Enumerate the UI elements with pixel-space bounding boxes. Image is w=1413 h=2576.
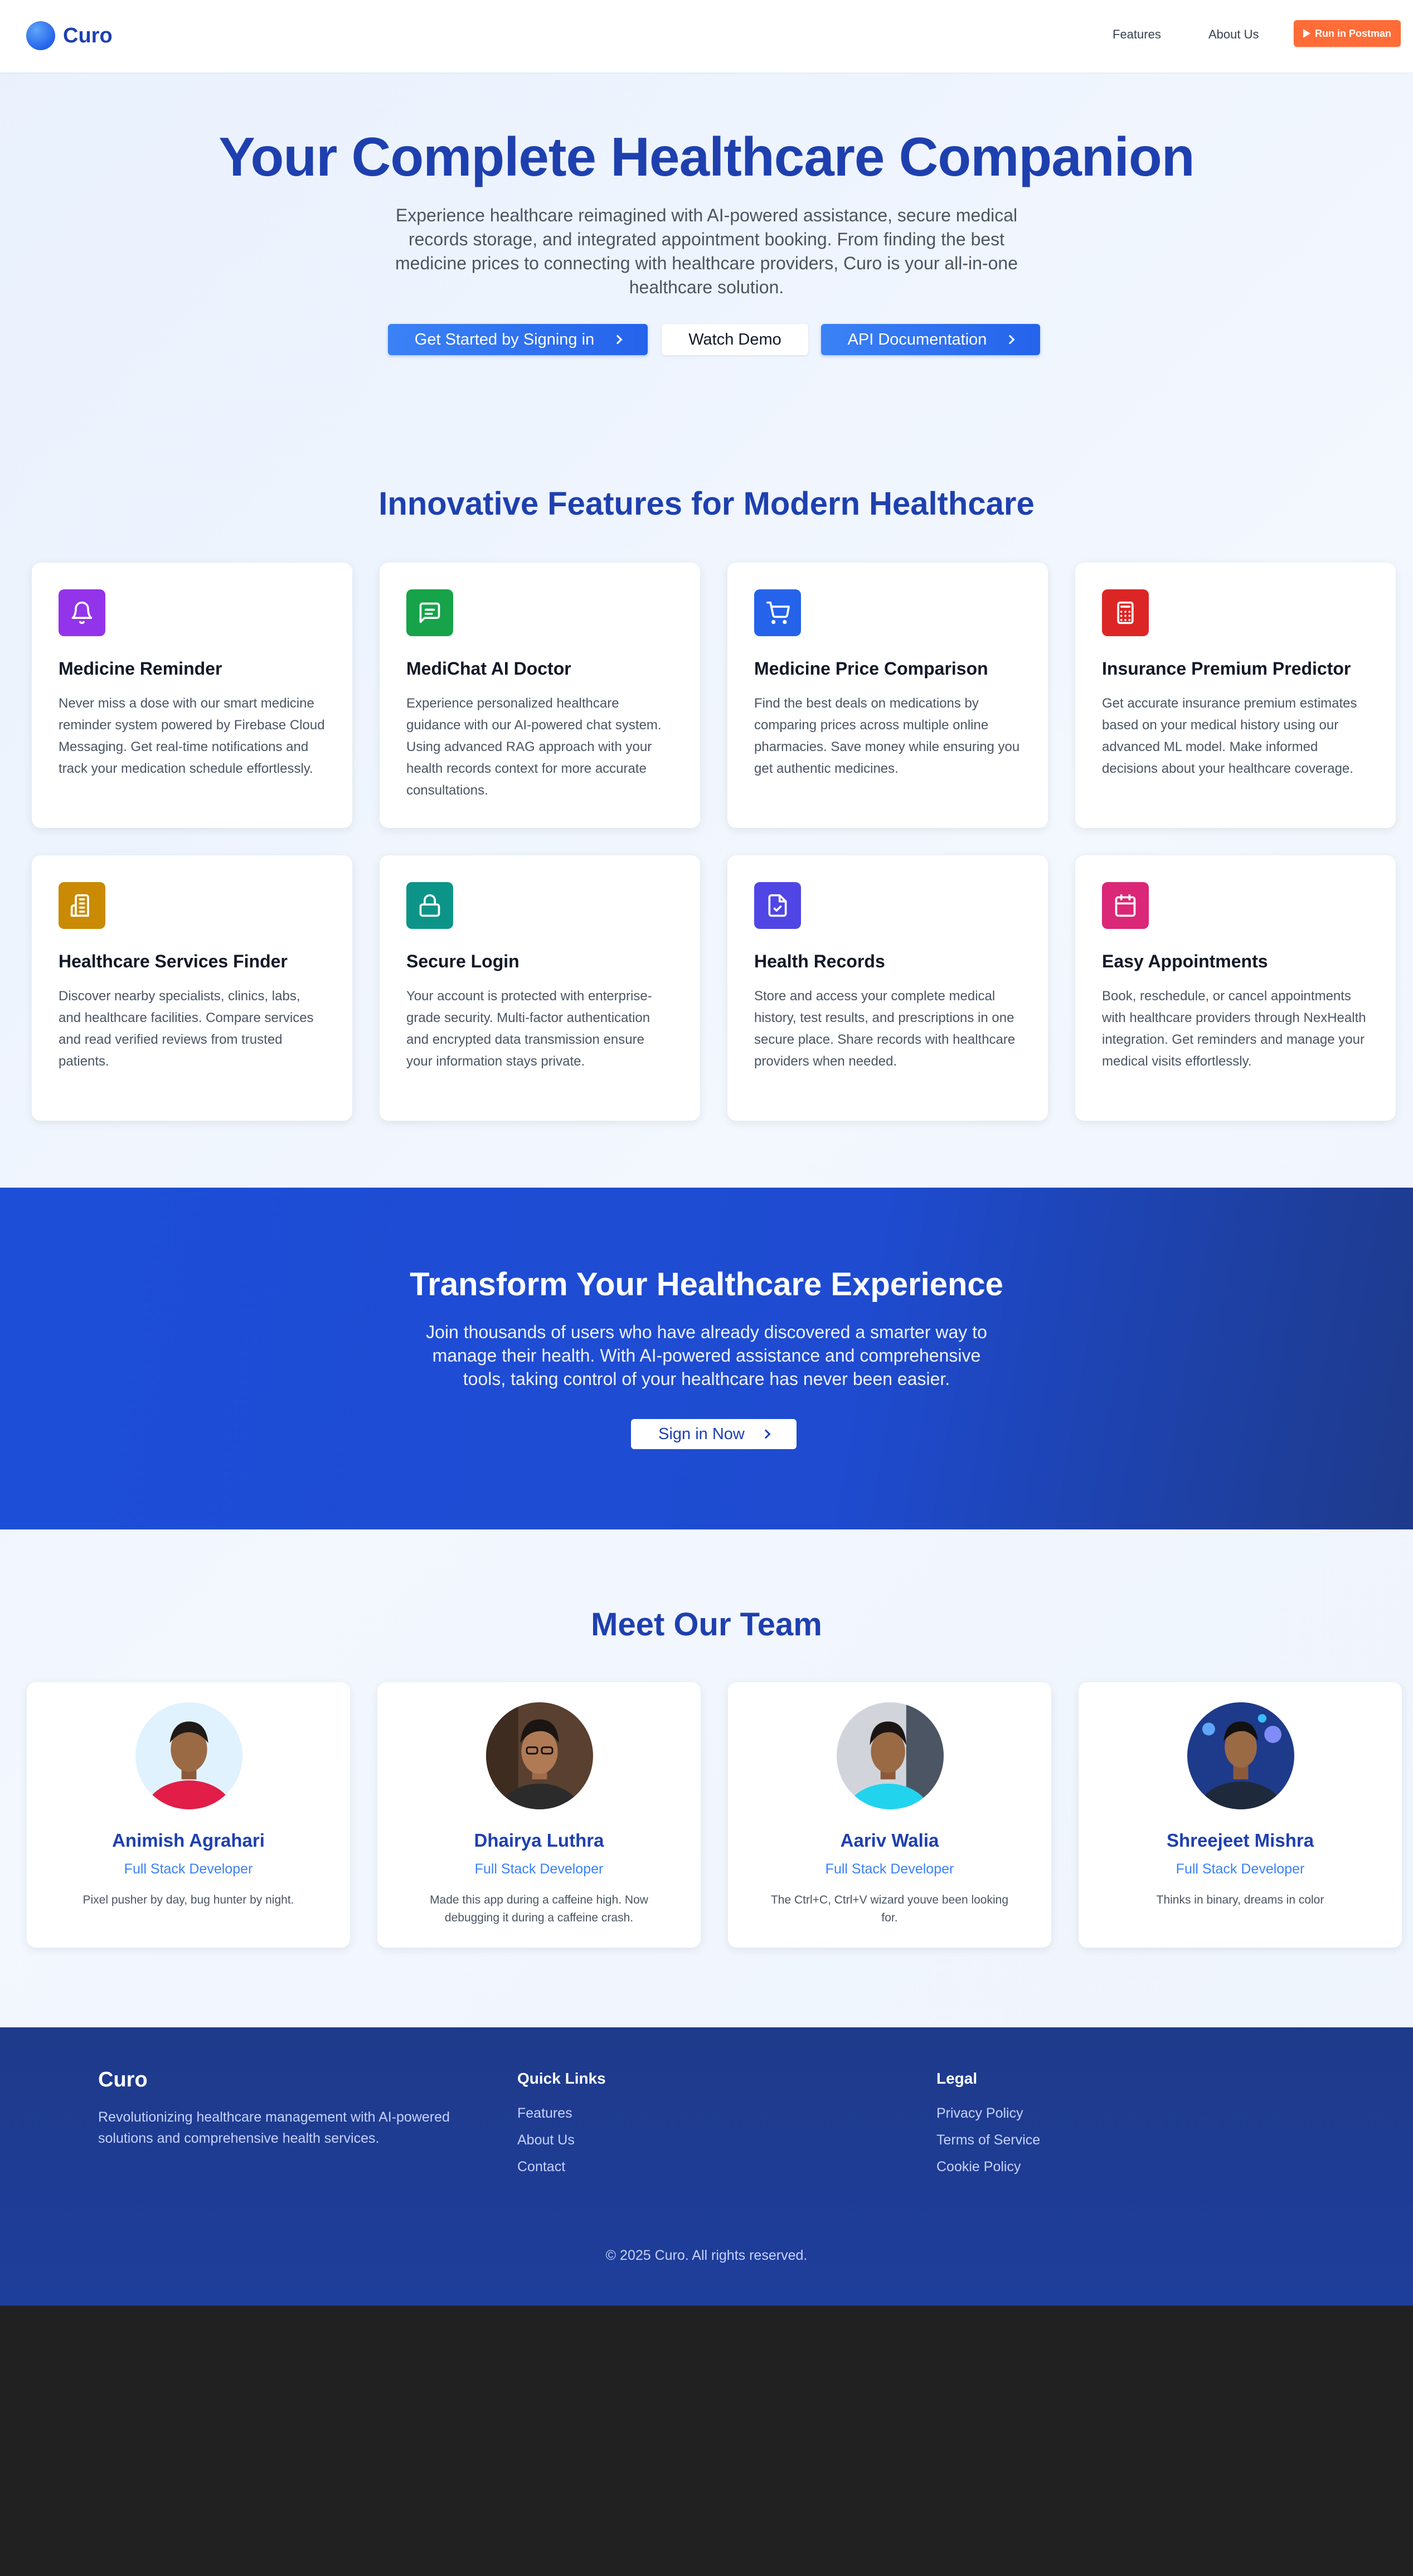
footer-link-about-us[interactable]: About Us	[517, 2132, 575, 2148]
footer-link-privacy-policy[interactable]: Privacy Policy	[936, 2105, 1023, 2122]
building-icon	[59, 882, 105, 929]
feature-description: Your account is protected with enterpris…	[406, 989, 652, 1069]
hero-title: Your Complete Healthcare Companion	[218, 126, 1195, 187]
footer-link-features[interactable]: Features	[517, 2105, 572, 2122]
feature-title: Medicine Price Comparison	[754, 658, 988, 679]
legal-title: Legal	[936, 2070, 978, 2087]
team-member-bio: The Ctrl+C, Ctrl+V wizard youve been loo…	[770, 1894, 1009, 1924]
team-member-name: Shreejeet Mishra	[1166, 1830, 1314, 1851]
footer-link-cookie-policy[interactable]: Cookie Policy	[936, 2159, 1021, 2175]
top-navbar: Curo Features About Us Run in Postman	[0, 0, 1413, 72]
team-member-bio: Pixel pusher by day, bug hunter by night…	[82, 1894, 294, 1906]
avatar	[135, 1702, 242, 1809]
feature-title: Health Records	[754, 951, 885, 971]
features-title: Innovative Features for Modern Healthcar…	[378, 486, 1035, 522]
team-member-bio: Thinks in binary, dreams in color	[1156, 1894, 1324, 1906]
footer-description: Revolutionizing healthcare management wi…	[98, 2109, 450, 2146]
team-member-name: Dhairya Luthra	[474, 1830, 604, 1851]
chevron-right-icon	[1005, 335, 1015, 345]
footer: Curo Revolutionizing healthcare manageme…	[0, 2027, 1413, 2306]
team-member-name: Aariv Walia	[840, 1830, 939, 1851]
get-started-label: Get Started by Signing in	[414, 330, 595, 348]
watch-demo-button[interactable]: Watch Demo	[662, 324, 808, 355]
feature-card-services-finder[interactable]: Healthcare Services Finder Discover near…	[32, 855, 352, 1121]
logo-text: Curo	[63, 23, 113, 47]
sign-in-now-label: Sign in Now	[658, 1425, 745, 1443]
feature-title: Secure Login	[406, 951, 519, 971]
feature-card-medichat[interactable]: MediChat AI Doctor Experience personaliz…	[380, 563, 700, 828]
cart-icon	[754, 589, 801, 636]
cta-section: Transform Your Healthcare Experience Joi…	[0, 1188, 1413, 1529]
nav-link-features[interactable]: Features	[1113, 27, 1161, 42]
nav-link-about-us[interactable]: About Us	[1208, 27, 1259, 42]
api-documentation-label: API Documentation	[847, 330, 987, 348]
team-member-name: Animish Agrahari	[112, 1830, 265, 1851]
footer-brand: Curo	[98, 2068, 148, 2091]
bell-icon	[59, 589, 105, 636]
hero-subtitle: Experience healthcare reimagined with AI…	[395, 205, 1018, 297]
avatar	[486, 1702, 593, 1809]
quick-links-title: Quick Links	[517, 2070, 606, 2087]
team-member-role: Full Stack Developer	[825, 1861, 954, 1877]
team-member-bio: Made this app during a caffeine high. No…	[430, 1894, 648, 1924]
sign-in-now-button[interactable]: Sign in Now	[631, 1419, 797, 1449]
feature-title: Easy Appointments	[1102, 951, 1268, 971]
file-check-icon	[754, 882, 801, 929]
play-icon	[1303, 29, 1310, 38]
logo[interactable]: Curo	[26, 21, 113, 50]
feature-card-medicine-reminder[interactable]: Medicine Reminder Never miss a dose with…	[32, 563, 352, 828]
chevron-right-icon	[761, 1429, 771, 1439]
team-card: Dhairya Luthra Full Stack Developer Made…	[377, 1682, 701, 1948]
feature-description: Discover nearby specialists, clinics, la…	[59, 989, 314, 1069]
feature-description: Store and access your complete medical h…	[754, 989, 1016, 1069]
feature-title: Medicine Reminder	[59, 658, 222, 679]
cta-title: Transform Your Healthcare Experience	[410, 1266, 1003, 1302]
team-member-role: Full Stack Developer	[1176, 1861, 1305, 1877]
feature-card-appointments[interactable]: Easy Appointments Book, reschedule, or c…	[1075, 855, 1396, 1121]
feature-card-insurance[interactable]: Insurance Premium Predictor Get accurate…	[1075, 563, 1396, 828]
team-member-role: Full Stack Developer	[474, 1861, 604, 1877]
logo-icon	[26, 21, 55, 50]
feature-description: Book, reschedule, or cancel appointments…	[1102, 989, 1366, 1069]
feature-description: Get accurate insurance premium estimates…	[1102, 696, 1357, 776]
chevron-right-icon	[613, 335, 623, 345]
feature-title: Healthcare Services Finder	[59, 951, 288, 971]
run-in-postman-label: Run in Postman	[1314, 27, 1391, 39]
avatar	[837, 1702, 944, 1809]
calculator-icon	[1102, 589, 1149, 636]
team-card: Shreejeet Mishra Full Stack Developer Th…	[1079, 1682, 1402, 1948]
calendar-icon	[1102, 882, 1149, 929]
copyright: © 2025 Curo. All rights reserved.	[605, 2248, 808, 2263]
team-member-role: Full Stack Developer	[124, 1861, 253, 1877]
feature-title: Insurance Premium Predictor	[1102, 658, 1351, 679]
team-card: Aariv Walia Full Stack Developer The Ctr…	[728, 1682, 1051, 1948]
watch-demo-label: Watch Demo	[688, 330, 781, 348]
feature-title: MediChat AI Doctor	[406, 658, 571, 679]
avatar	[1187, 1702, 1294, 1809]
feature-description: Never miss a dose with our smart medicin…	[59, 696, 325, 776]
page-background: Curo Features About Us Run in Postman Yo…	[0, 0, 1413, 2306]
footer-link-terms-of-service[interactable]: Terms of Service	[936, 2132, 1040, 2148]
run-in-postman-button[interactable]: Run in Postman	[1294, 20, 1401, 47]
get-started-button[interactable]: Get Started by Signing in	[388, 324, 648, 355]
footer-link-contact[interactable]: Contact	[517, 2159, 565, 2175]
feature-description: Experience personalized healthcare guida…	[406, 696, 662, 798]
feature-card-price-comparison[interactable]: Medicine Price Comparison Find the best …	[727, 563, 1048, 828]
api-documentation-button[interactable]: API Documentation	[821, 324, 1040, 355]
team-card: Animish Agrahari Full Stack Developer Pi…	[27, 1682, 350, 1948]
team-title: Meet Our Team	[591, 1606, 822, 1643]
cta-subtitle: Join thousands of users who have already…	[426, 1322, 987, 1389]
lock-icon	[406, 882, 453, 929]
feature-card-secure-login[interactable]: Secure Login Your account is protected w…	[380, 855, 700, 1121]
feature-description: Find the best deals on medications by co…	[754, 696, 1020, 776]
feature-card-health-records[interactable]: Health Records Store and access your com…	[727, 855, 1048, 1121]
chat-icon	[406, 589, 453, 636]
